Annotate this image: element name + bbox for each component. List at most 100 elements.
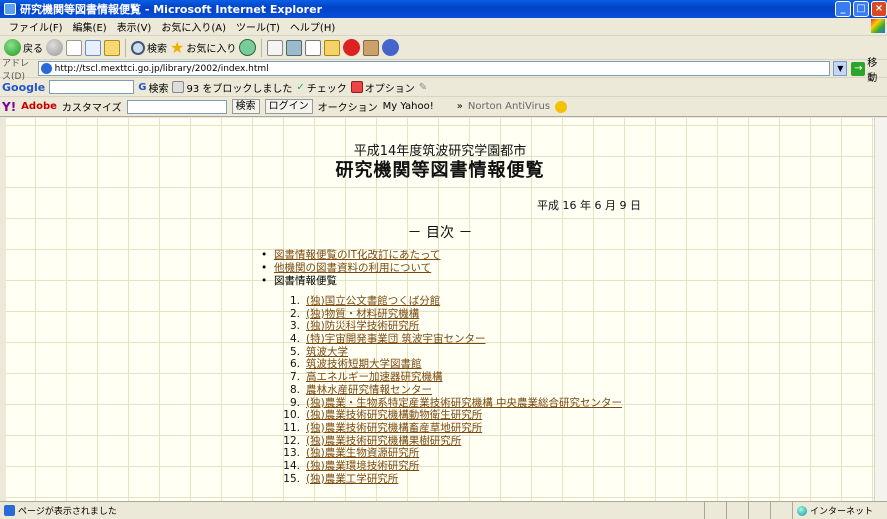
institution-link[interactable]: (独)農業技術研究機構動物衛生研究所 bbox=[306, 409, 482, 422]
go-arrow-icon: → bbox=[851, 61, 866, 76]
institution-link[interactable]: (独)農業技術研究機構畜産草地研究所 bbox=[306, 422, 482, 435]
institution-link[interactable]: (独)農業技術研究機構果樹研究所 bbox=[306, 435, 461, 448]
minimize-button[interactable]: _ bbox=[835, 1, 851, 17]
popup-blocker[interactable]: 93 をブロックしました bbox=[172, 80, 292, 95]
norton-antivirus-button[interactable]: Norton AntiVirus bbox=[468, 101, 550, 112]
institution-link[interactable]: (特)宇宙開発事業団 筑波宇宙センター bbox=[306, 333, 486, 346]
forward-button[interactable] bbox=[46, 39, 63, 56]
back-label: 戻る bbox=[23, 44, 43, 55]
list-number: 8. bbox=[289, 383, 300, 396]
research-icon[interactable] bbox=[363, 39, 380, 56]
toc-section-label: 図書情報便覧 bbox=[274, 275, 337, 287]
window-title: 研究機関等図書情報便覧 - Microsoft Internet Explore… bbox=[20, 3, 322, 16]
search-button[interactable]: 検索 bbox=[131, 40, 167, 55]
chevron-down-icon[interactable]: ▼ bbox=[833, 61, 848, 76]
more-chevron-icon[interactable]: » bbox=[457, 101, 463, 112]
menu-file[interactable]: ファイル(F) bbox=[4, 19, 68, 34]
menu-help[interactable]: ヘルプ(H) bbox=[285, 19, 340, 34]
yahoo-logo[interactable]: Y! bbox=[2, 100, 16, 114]
list-item: 11. (独)農業技術研究機構畜産草地研究所 bbox=[274, 422, 622, 435]
list-item: 3. (独)防災科学技術研究所 bbox=[274, 320, 622, 333]
menu-view[interactable]: 表示(V) bbox=[112, 19, 157, 34]
home-icon[interactable] bbox=[104, 39, 120, 56]
status-panel bbox=[726, 502, 748, 519]
list-item: 2. (独)物質・材料研究機構 bbox=[274, 308, 622, 321]
institution-link[interactable]: (独)農業生物資源研究所 bbox=[306, 447, 419, 460]
menu-edit[interactable]: 編集(E) bbox=[68, 19, 112, 34]
options-label: オプション bbox=[364, 83, 415, 95]
list-number: 6. bbox=[289, 358, 300, 371]
list-item: 4. (特)宇宙開発事業団 筑波宇宙センター bbox=[274, 333, 622, 346]
toc-link-it-revision[interactable]: 図書情報便覧のIT化改訂にあたって bbox=[274, 249, 441, 261]
list-item: 8. 農林水産研究情報センター bbox=[274, 384, 622, 397]
list-number: 13. bbox=[283, 447, 300, 460]
list-number: 7. bbox=[289, 371, 300, 384]
yahoo-search-input[interactable] bbox=[126, 99, 227, 114]
toc-link-usage[interactable]: 他機関の図書資料の利用について bbox=[274, 262, 431, 274]
check-icon: ✓ bbox=[296, 81, 305, 93]
page-icon bbox=[40, 63, 52, 74]
list-item: 5. 筑波大学 bbox=[274, 346, 622, 359]
close-button[interactable]: × bbox=[871, 1, 887, 17]
institution-link[interactable]: 農林水産研究情報センター bbox=[306, 384, 432, 397]
discuss-icon[interactable] bbox=[343, 39, 361, 56]
mail-icon[interactable] bbox=[267, 39, 284, 56]
yahoo-search-button[interactable]: 検索 bbox=[231, 99, 260, 114]
institution-link[interactable]: (独)農業工学研究所 bbox=[306, 473, 398, 486]
institution-link[interactable]: (独)国立公文書館つくば分館 bbox=[306, 295, 440, 308]
menu-tools[interactable]: ツール(T) bbox=[231, 19, 285, 34]
address-input[interactable]: http://tscl.mexttci.go.jp/library/2002/i… bbox=[37, 61, 831, 76]
institution-link[interactable]: 筑波大学 bbox=[306, 346, 348, 359]
menu-bar: ファイル(F) 編集(E) 表示(V) お気に入り(A) ツール(T) ヘルプ(… bbox=[0, 18, 887, 36]
address-bar: アドレス(D) http://tscl.mexttci.go.jp/librar… bbox=[0, 58, 887, 84]
stop-icon[interactable] bbox=[66, 39, 82, 56]
folder-icon[interactable] bbox=[324, 39, 341, 56]
list-number: 4. bbox=[289, 333, 300, 346]
norton-icon bbox=[555, 100, 568, 113]
favorites-label: お気に入り bbox=[186, 44, 237, 55]
forward-arrow-icon bbox=[46, 39, 63, 56]
edit-icon[interactable] bbox=[305, 39, 322, 56]
publication-date: 平成 16 年 6 月 9 日 bbox=[537, 199, 641, 212]
institution-link[interactable]: 筑波技術短期大学図書館 bbox=[306, 358, 422, 371]
back-button[interactable]: 戻る bbox=[4, 39, 43, 56]
standard-toolbar: 戻る 検索 ★ お気に入り bbox=[0, 36, 887, 60]
yahoo-toolbar: Y! Adobe カスタマイズ 検索 ログイン オークション My Yahoo!… bbox=[0, 97, 887, 117]
google-search-input[interactable] bbox=[49, 80, 135, 94]
toolbar-separator bbox=[125, 38, 126, 57]
customize-button[interactable]: カスタマイズ bbox=[62, 99, 122, 114]
status-panel bbox=[704, 502, 726, 519]
list-number: 14. bbox=[283, 459, 300, 472]
maximize-button[interactable]: □ bbox=[853, 1, 869, 17]
search-icon bbox=[131, 40, 145, 55]
my-yahoo-button[interactable]: My Yahoo! bbox=[383, 101, 434, 112]
status-bar: ページが表示されました インターネット bbox=[0, 501, 887, 519]
institution-link[interactable]: 高エネルギー加速器研究機構 bbox=[306, 371, 443, 384]
list-item: 図書情報便覧のIT化改訂にあたって bbox=[260, 249, 441, 262]
google-search-button[interactable]: G 検索 bbox=[138, 80, 168, 95]
adobe-button[interactable]: Adobe bbox=[21, 101, 57, 112]
auction-button[interactable]: オークション bbox=[318, 99, 378, 114]
address-url: http://tscl.mexttci.go.jp/library/2002/i… bbox=[54, 63, 269, 74]
list-number: 3. bbox=[289, 320, 300, 333]
login-button[interactable]: ログイン bbox=[264, 99, 313, 114]
window-title-bar[interactable]: 研究機関等図書情報便覧 - Microsoft Internet Explore… bbox=[0, 0, 887, 18]
institution-link[interactable]: (独)物質・材料研究機構 bbox=[306, 308, 419, 321]
favorites-button[interactable]: ★ お気に入り bbox=[170, 38, 236, 57]
print-icon[interactable] bbox=[286, 39, 303, 56]
list-item: 15. (独)農業工学研究所 bbox=[274, 473, 622, 486]
refresh-icon[interactable] bbox=[85, 39, 101, 56]
messenger-icon[interactable] bbox=[382, 39, 400, 56]
google-logo[interactable]: Google bbox=[2, 81, 45, 94]
menu-favorites[interactable]: お気に入り(A) bbox=[156, 19, 231, 34]
vertical-scrollbar[interactable] bbox=[874, 118, 887, 501]
pencil-icon[interactable]: ✎ bbox=[419, 82, 427, 93]
spell-check-button[interactable]: ✓ チェック bbox=[296, 80, 346, 95]
google-toolbar: Google G 検索 93 をブロックしました ✓ チェック オプション ✎ bbox=[0, 78, 887, 97]
institution-link[interactable]: (独)農業・生物系特定産業技術研究機構 中央農業総合研究センター bbox=[306, 397, 622, 410]
google-search-label: 検索 bbox=[148, 83, 169, 95]
institution-link[interactable]: (独)農業環境技術研究所 bbox=[306, 460, 419, 473]
institution-link[interactable]: (独)防災科学技術研究所 bbox=[306, 320, 419, 333]
history-icon[interactable] bbox=[239, 39, 257, 56]
options-button[interactable]: オプション bbox=[350, 80, 415, 95]
